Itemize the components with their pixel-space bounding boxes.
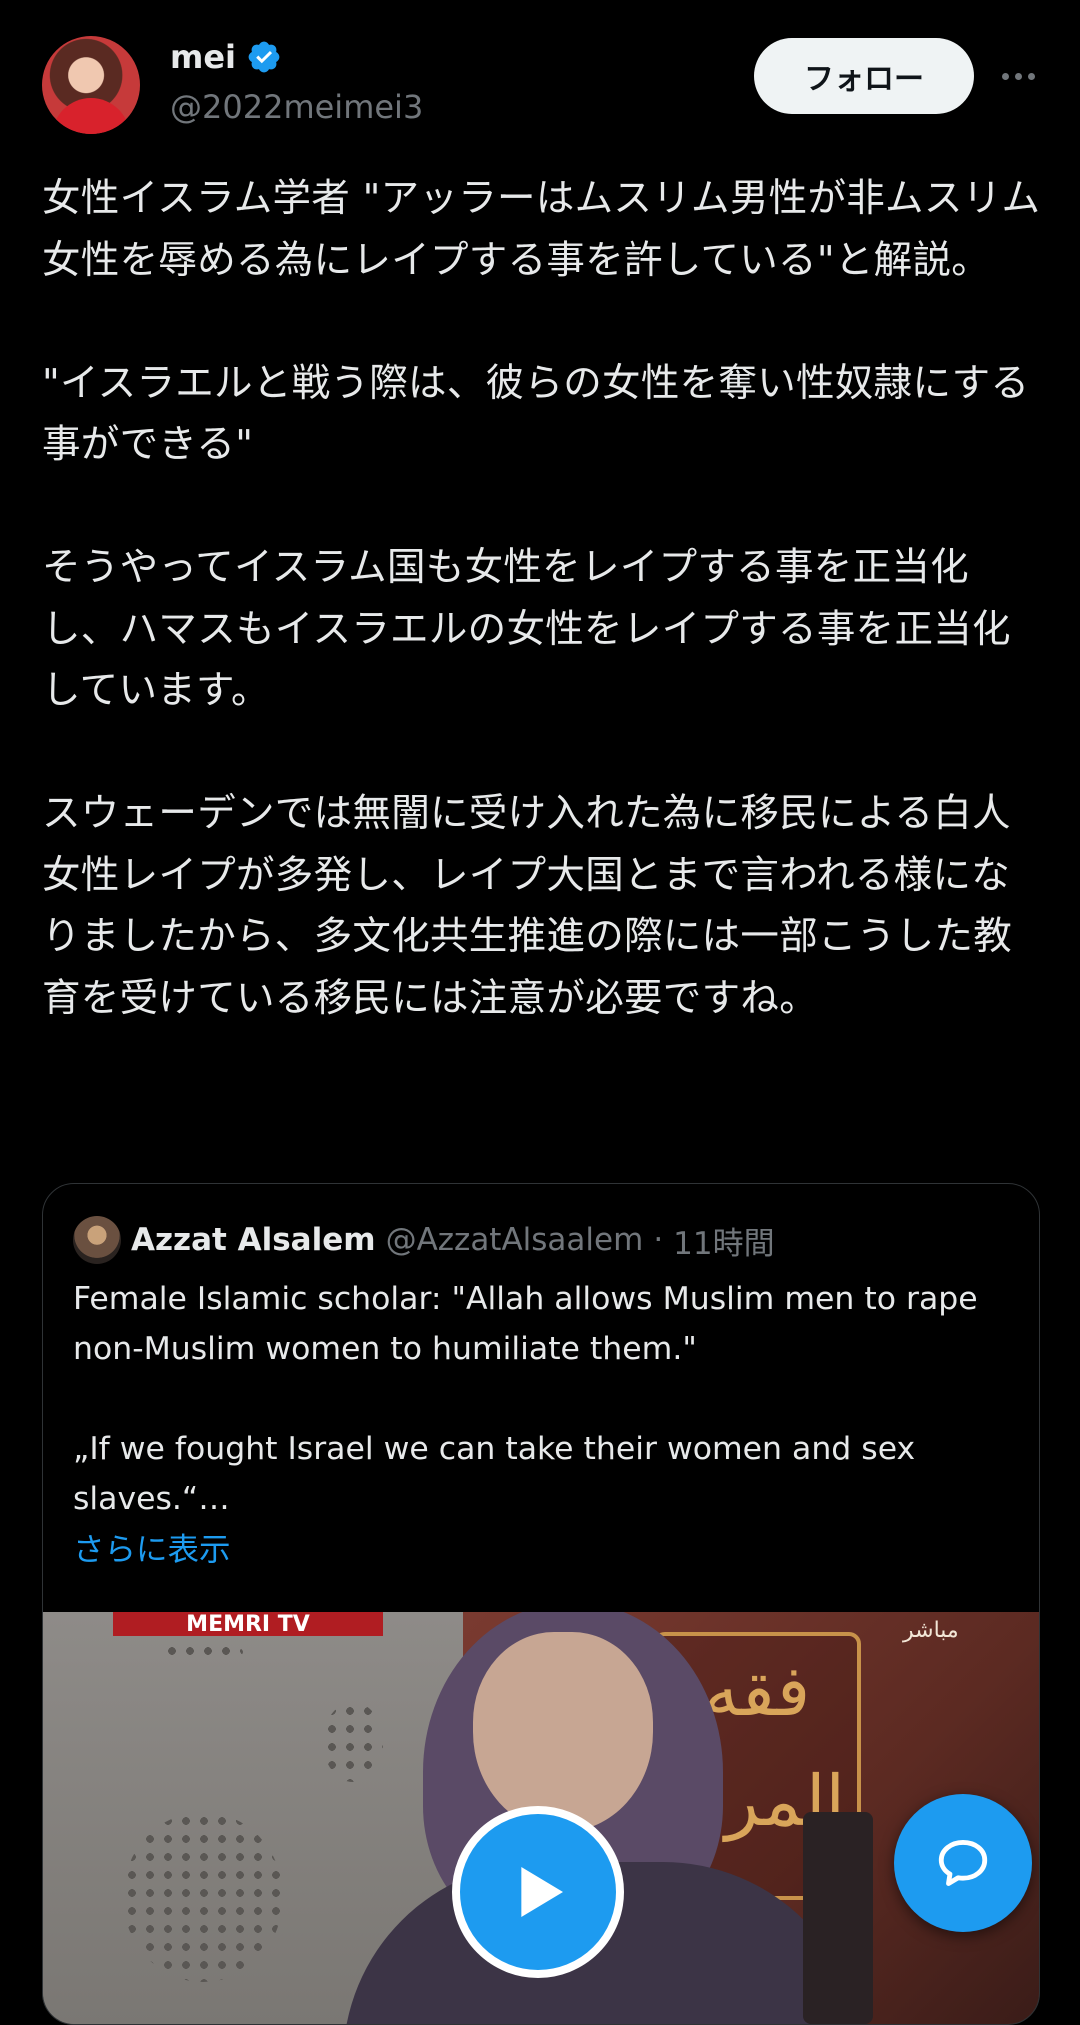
author-avatar[interactable] (42, 36, 140, 134)
verified-badge-icon (248, 41, 280, 73)
post-header: mei @2022meimei3 フォロー (0, 0, 1080, 150)
memri-tv-logo: MEMRI TV (113, 1612, 383, 1637)
follow-button[interactable]: フォロー (754, 38, 974, 114)
author-name[interactable]: mei (170, 38, 236, 76)
decor-dots (323, 1702, 383, 1782)
chair (803, 1812, 873, 2024)
quoted-author-handle: @AzzatAlsaalem (385, 1222, 644, 1258)
author-handle[interactable]: @2022meimei3 (170, 88, 423, 126)
post-text: 女性イスラム学者 "アッラーはムスリム男性が非ムスリム女性を辱める為にレイプする… (42, 176, 1041, 1021)
play-button[interactable] (452, 1806, 624, 1978)
quoted-author-avatar (73, 1216, 121, 1264)
show-more-link[interactable]: さらに表示 (73, 1524, 231, 1570)
quoted-post-header: Azzat Alsalem @AzzatAlsaalem · 11時間 (73, 1216, 1013, 1264)
compose-fab-button[interactable] (894, 1794, 1032, 1932)
decor-dots (163, 1642, 243, 1662)
author-name-row[interactable]: mei (170, 38, 282, 76)
quoted-separator: · (653, 1222, 664, 1258)
more-horizontal-icon[interactable] (996, 58, 1040, 94)
chat-bubble-icon (938, 1840, 988, 1886)
speaker-face (473, 1632, 653, 1832)
play-icon (521, 1867, 563, 1917)
decor-dots (123, 1812, 283, 1982)
quoted-author-name: Azzat Alsalem (131, 1222, 376, 1258)
quoted-timestamp: 11時間 (673, 1225, 775, 1262)
live-label: مباشر (903, 1618, 959, 1643)
quoted-post-text: Female Islamic scholar: "Allah allows Mu… (73, 1281, 978, 1517)
